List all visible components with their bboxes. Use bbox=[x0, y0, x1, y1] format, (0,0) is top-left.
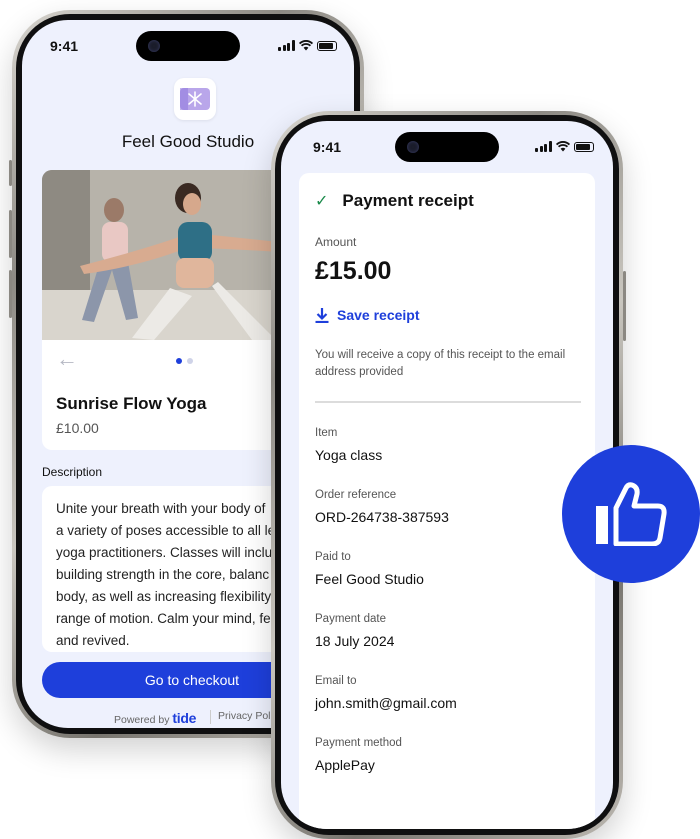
field-label: Payment date bbox=[315, 613, 386, 625]
wifi-icon bbox=[555, 141, 570, 152]
description-line: building strength in the core, balanc bbox=[56, 567, 270, 582]
receipt-header: ✓ Payment receipt bbox=[315, 191, 474, 211]
field-label: Payment method bbox=[315, 737, 402, 749]
field-email-to: Email to john.smith@gmail.com bbox=[315, 675, 457, 711]
description-line: body, as well as increasing flexibility bbox=[56, 589, 272, 604]
phone-button bbox=[9, 210, 12, 258]
signal-icon bbox=[278, 40, 295, 51]
battery-icon bbox=[573, 141, 594, 152]
phone-button bbox=[623, 271, 626, 341]
front-phone: 9:41 ✓ Payment receipt Amount £15.00 Sav… bbox=[271, 111, 626, 839]
dynamic-island bbox=[136, 31, 240, 61]
status-time: 9:41 bbox=[313, 139, 342, 155]
carousel-dot-active[interactable] bbox=[176, 358, 182, 364]
field-paid-to: Paid to Feel Good Studio bbox=[315, 551, 424, 587]
field-value: Feel Good Studio bbox=[315, 571, 424, 587]
wifi-icon bbox=[298, 40, 313, 51]
receipt-title: Payment receipt bbox=[342, 191, 474, 210]
camera-icon bbox=[148, 40, 160, 52]
back-arrow-icon[interactable]: ← bbox=[56, 346, 78, 372]
field-payment-date: Payment date 18 July 2024 bbox=[315, 613, 394, 649]
phone-button bbox=[9, 270, 12, 318]
field-order-reference: Order reference ORD-264738-387593 bbox=[315, 489, 449, 525]
field-value: john.smith@gmail.com bbox=[315, 695, 457, 711]
field-label: Order reference bbox=[315, 489, 397, 501]
amount-value: £15.00 bbox=[315, 257, 392, 285]
carousel-dots bbox=[176, 358, 193, 364]
status-icons bbox=[278, 40, 337, 51]
field-label: Item bbox=[315, 427, 338, 439]
field-label: Email to bbox=[315, 675, 357, 687]
field-value: ORD-264738-387593 bbox=[315, 509, 449, 525]
status-icons bbox=[535, 141, 594, 152]
thumbs-up-badge bbox=[562, 445, 700, 583]
field-value: Yoga class bbox=[315, 447, 383, 463]
signal-icon bbox=[535, 141, 552, 152]
check-icon: ✓ bbox=[315, 193, 329, 210]
divider bbox=[315, 401, 581, 403]
status-time: 9:41 bbox=[50, 38, 79, 54]
description-label: Description bbox=[42, 465, 103, 479]
amount-label: Amount bbox=[315, 235, 357, 249]
dynamic-island bbox=[395, 132, 499, 162]
battery-icon bbox=[316, 40, 337, 51]
download-icon bbox=[315, 308, 329, 323]
field-value: 18 July 2024 bbox=[315, 633, 395, 649]
camera-icon bbox=[407, 141, 419, 153]
powered-by: Powered by tide bbox=[114, 710, 196, 726]
class-name: Sunrise Flow Yoga bbox=[56, 394, 207, 413]
field-item: Item Yoga class bbox=[315, 427, 382, 463]
class-price: £10.00 bbox=[56, 420, 99, 436]
field-value: ApplePay bbox=[315, 757, 375, 773]
description-line: a variety of poses accessible to all le bbox=[56, 523, 276, 538]
description-text: Unite your breath with your body of a va… bbox=[56, 498, 286, 652]
field-label: Paid to bbox=[315, 551, 351, 563]
description-line: range of motion. Calm your mind, fe bbox=[56, 611, 271, 626]
save-receipt-button[interactable]: Save receipt bbox=[315, 307, 420, 323]
carousel-dot[interactable] bbox=[187, 358, 193, 364]
receipt-screen: 9:41 ✓ Payment receipt Amount £15.00 Sav… bbox=[281, 121, 613, 829]
description-line: yoga practitioners. Classes will inclu bbox=[56, 545, 273, 560]
powered-by-label: Powered by bbox=[114, 714, 170, 726]
phone-button bbox=[9, 160, 12, 186]
studio-logo-icon bbox=[174, 78, 216, 120]
tide-logo[interactable]: tide bbox=[172, 710, 196, 726]
description-line: and revived. bbox=[56, 633, 130, 648]
save-receipt-label: Save receipt bbox=[337, 307, 420, 323]
field-payment-method: Payment method ApplePay bbox=[315, 737, 402, 773]
email-note: You will receive a copy of this receipt … bbox=[315, 349, 566, 378]
footer-divider bbox=[210, 710, 211, 724]
description-line: Unite your breath with your body of bbox=[56, 501, 266, 516]
thumbs-up-icon bbox=[596, 482, 667, 546]
receipt-card: ✓ Payment receipt Amount £15.00 Save rec… bbox=[299, 173, 595, 829]
